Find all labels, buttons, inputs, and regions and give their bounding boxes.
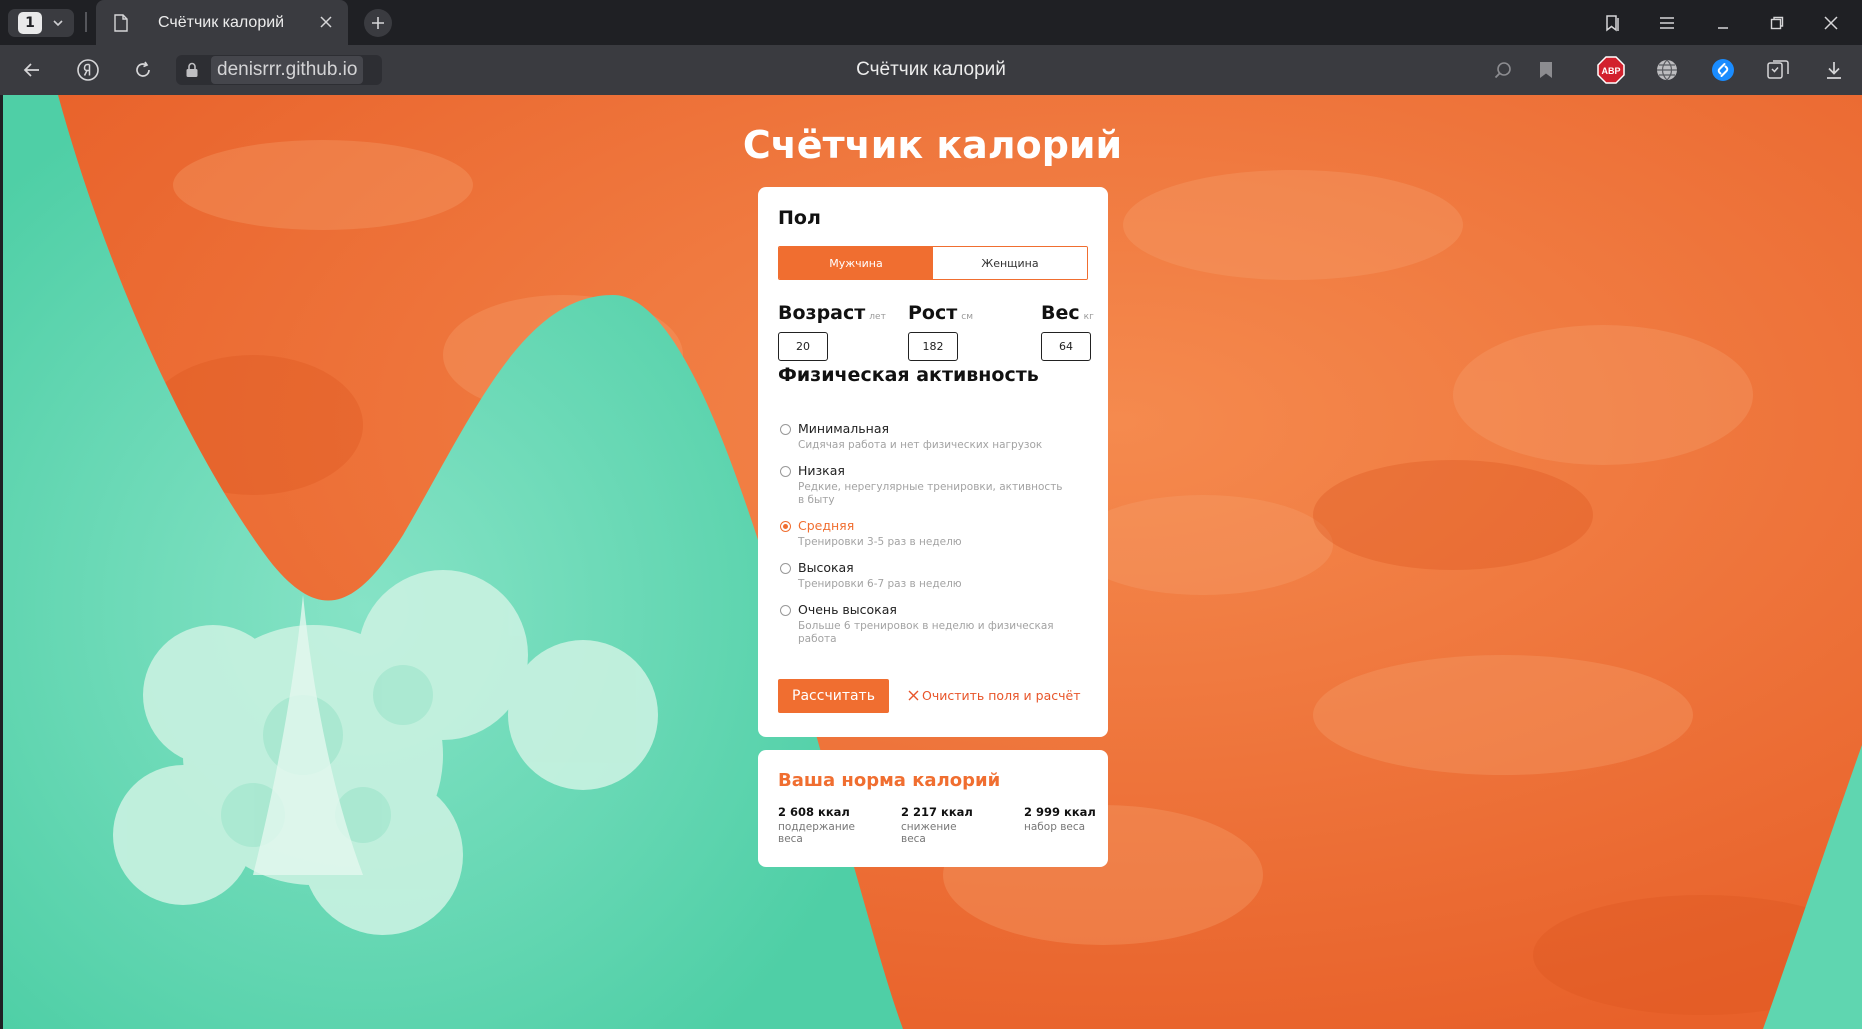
gender-option-male[interactable]: Мужчина (779, 247, 933, 279)
height-unit: см (961, 312, 974, 322)
activity-desc: Тренировки 6-7 раз в неделю (798, 578, 962, 590)
bookmarks-panel-icon[interactable] (1602, 12, 1624, 34)
result-caption: поддержание веса (778, 821, 855, 845)
tab-count: 1 (18, 12, 42, 34)
activity-desc: Больше 6 тренировок в неделю и физическа… (798, 620, 1054, 645)
result-caption: снижение веса (901, 821, 957, 845)
collections-icon[interactable] (1764, 56, 1792, 84)
gender-switch: Мужчина Женщина (778, 246, 1088, 280)
close-window-icon[interactable] (1820, 12, 1842, 34)
app-title: Счётчик калорий (742, 123, 1123, 167)
activity-title: Средняя (798, 518, 855, 533)
plus-icon (372, 17, 384, 29)
result-lose: 2 217 ккал снижение веса (901, 805, 1001, 845)
svg-text:ABP: ABP (1601, 66, 1620, 76)
age-input[interactable]: 20 (778, 332, 828, 361)
age-unit: лет (869, 312, 886, 322)
activity-label: Физическая активность (778, 364, 1039, 386)
chevron-down-icon (53, 20, 63, 27)
shazam-icon[interactable] (1709, 56, 1737, 84)
tab-title: Счётчик калорий (158, 13, 285, 31)
activity-title: Высокая (798, 560, 854, 575)
weight-input[interactable]: 64 (1041, 332, 1091, 361)
radio-button[interactable] (780, 563, 791, 574)
page-viewport: Счётчик калорий Пол Мужчина Женщина Возр… (3, 95, 1862, 1029)
age-label-text: Возраст (778, 302, 866, 324)
back-arrow-icon[interactable] (20, 58, 44, 82)
result-maintain: 2 608 ккал поддержание веса (778, 805, 878, 845)
weight-unit: кг (1083, 312, 1094, 322)
browser-tab[interactable]: Счётчик калорий (96, 0, 348, 45)
gender-option-female[interactable]: Женщина (933, 247, 1087, 279)
result-card: Ваша норма калорий 2 608 ккал поддержани… (758, 750, 1108, 867)
activity-title: Минимальная (798, 421, 890, 436)
height-input[interactable]: 182 (908, 332, 958, 361)
result-caption: набор веса (1024, 821, 1086, 833)
calculator-form-card: Пол Мужчина Женщина Возраст лет 20 Рост см… (758, 187, 1108, 737)
close-icon (908, 690, 919, 701)
result-gain: 2 999 ккал набор веса (1024, 805, 1124, 833)
adblock-plus-icon[interactable]: ABP (1597, 56, 1625, 84)
url-text: denisrrr.github.io (211, 56, 364, 84)
restore-icon[interactable] (1766, 12, 1788, 34)
activity-desc: Тренировки 3-5 раз в неделю (798, 536, 962, 548)
calculate-button[interactable]: Рассчитать (778, 679, 889, 713)
age-label: Возраст лет (778, 302, 886, 324)
result-title: Ваша норма калорий (778, 770, 1001, 791)
tab-counter-button[interactable]: 1 (8, 9, 74, 37)
result-value: 2 608 ккал (778, 805, 850, 819)
height-label: Рост см (908, 302, 973, 324)
reset-button[interactable]: Очистить поля и расчёт (908, 688, 1080, 703)
weight-label-text: Вес (1041, 302, 1080, 324)
lock-icon (186, 62, 198, 77)
gender-label: Пол (778, 207, 821, 229)
radio-button[interactable] (780, 466, 791, 477)
close-tab-icon[interactable] (318, 14, 334, 30)
result-value: 2 999 ккал (1024, 805, 1096, 819)
url-field[interactable]: denisrrr.github.io (176, 55, 382, 85)
radio-button-selected[interactable] (780, 521, 791, 532)
radio-button[interactable] (780, 605, 791, 616)
new-tab-button[interactable] (364, 9, 392, 37)
document-icon (114, 13, 128, 32)
weight-label: Вес кг (1041, 302, 1094, 324)
search-page-icon[interactable] (1489, 56, 1517, 84)
result-value: 2 217 ккал (901, 805, 973, 819)
activity-title: Низкая (798, 463, 845, 478)
height-label-text: Рост (908, 302, 958, 324)
browser-address-bar: Счётчик калорий denisrrr.github.io ABP (0, 45, 1862, 95)
minimize-icon[interactable] (1712, 12, 1734, 34)
activity-desc: Сидячая работа и нет физических нагрузок (798, 439, 1043, 451)
radio-button[interactable] (780, 424, 791, 435)
activity-title: Очень высокая (798, 602, 897, 617)
menu-icon[interactable] (1656, 12, 1678, 34)
browser-tab-bar: 1 Счётчик калорий (0, 0, 1862, 45)
bookmark-icon[interactable] (1532, 56, 1560, 84)
tab-divider (85, 12, 87, 32)
reset-button-label: Очистить поля и расчёт (922, 688, 1081, 703)
download-icon[interactable] (1820, 56, 1848, 84)
yandex-logo-icon[interactable] (76, 58, 100, 82)
reload-icon[interactable] (131, 58, 155, 82)
globe-icon[interactable] (1653, 56, 1681, 84)
activity-desc: Редкие, нерегулярные тренировки, активно… (798, 481, 1063, 506)
